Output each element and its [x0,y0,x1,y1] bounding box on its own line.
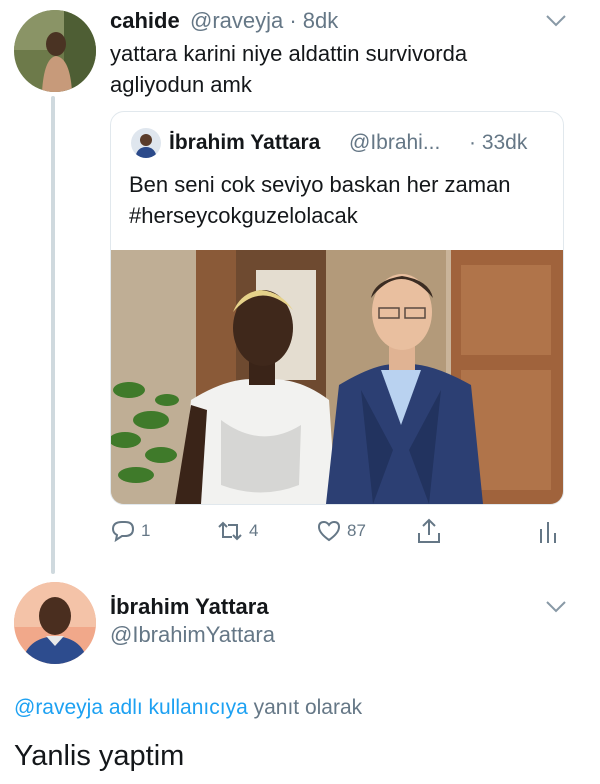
tweet-text: Yanlis yaptim [14,740,185,772]
reply-suffix: yanıt olarak [247,696,363,719]
replying-to-line: @raveyja adlı kullanıcıya yanıt olarak [14,696,362,720]
chevron-down-icon[interactable] [545,14,567,33]
quoted-handle: @Ibrahi... [349,131,441,154]
like-count: 87 [347,521,366,540]
heart-icon [316,519,342,543]
avatar[interactable] [14,582,96,664]
chevron-down-icon[interactable] [545,600,567,619]
retweet-icon [216,519,244,543]
avatar [131,128,161,158]
share-icon [416,517,442,545]
tweet-text: yattara karini niye aldattin survivorda … [110,41,468,97]
analytics-icon [538,519,558,545]
reply-mention-link[interactable]: @raveyja adlı kullanıcıya [14,696,248,719]
quoted-time: · 33dk [469,131,528,154]
photo-two-men-image[interactable] [111,250,563,504]
retweet-button[interactable]: 4 [216,519,258,543]
quoted-author-name: İbrahim Yattara [169,131,321,154]
reply-button[interactable]: 1 [110,519,150,543]
retweet-count: 4 [249,521,259,540]
tweet-handle[interactable]: @IbrahimYattara [110,622,275,648]
tweet-author-name[interactable]: İbrahim Yattara [110,594,269,620]
analytics-button[interactable] [538,519,558,545]
quoted-text: Ben seni cok seviyo baskan her zaman #he… [129,172,511,228]
tweet-handle-time[interactable]: @raveyja · 8dk [190,8,338,34]
like-button[interactable]: 87 [316,519,366,543]
quoted-tweet-card[interactable]: İbrahim Yattara @Ibrahi... · 33dk Ben se… [110,111,564,505]
thread-line [51,96,55,574]
share-button[interactable] [416,517,442,545]
tweet-author-name[interactable]: cahide [110,8,180,34]
reply-icon [110,519,136,543]
reply-count: 1 [141,521,151,540]
avatar[interactable] [14,10,96,92]
